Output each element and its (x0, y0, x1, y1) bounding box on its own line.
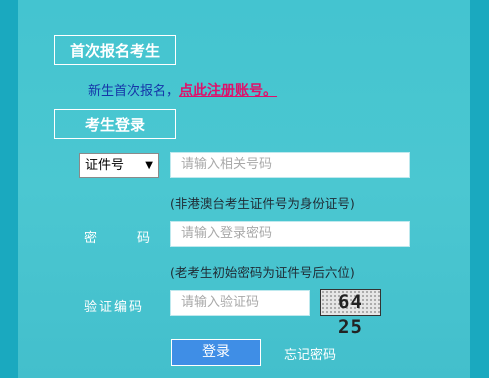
id-type-selected-value: 证件号 (85, 158, 125, 173)
password-label-char-2: 码 (137, 231, 151, 246)
forgot-password-link[interactable]: 忘记密码 (284, 344, 336, 363)
login-button[interactable]: 登录 (171, 339, 261, 366)
password-input[interactable]: 请输入登录密码 (170, 221, 410, 247)
captcha-image[interactable]: 64 25 (320, 289, 381, 338)
captcha-input[interactable]: 请输入验证码 (170, 290, 310, 316)
password-hint-text: (老考生初始密码为证件号后六位) (170, 265, 355, 280)
register-link[interactable]: 点此注册账号。 (179, 83, 277, 99)
captcha-label: 验证编码 (84, 300, 145, 315)
password-label: 密码 (84, 227, 150, 246)
register-text: 新生首次报名， (88, 84, 180, 99)
captcha-placeholder: 请输入验证码 (181, 295, 260, 310)
dropdown-arrow-icon: ▼ (145, 160, 153, 171)
password-placeholder: 请输入登录密码 (181, 226, 273, 241)
id-number-input[interactable]: 请输入相关号码 (170, 152, 410, 178)
register-line: 新生首次报名，点此注册账号。 (88, 80, 277, 100)
new-student-section-title: 首次报名考生 (54, 35, 176, 65)
id-type-select[interactable]: 证件号 ▼ (79, 153, 159, 178)
login-section-title: 考生登录 (54, 109, 176, 139)
password-label-char-1: 密 (84, 231, 98, 246)
id-number-placeholder: 请输入相关号码 (181, 157, 273, 172)
id-hint-text: (非港澳台考生证件号为身份证号) (170, 196, 355, 211)
